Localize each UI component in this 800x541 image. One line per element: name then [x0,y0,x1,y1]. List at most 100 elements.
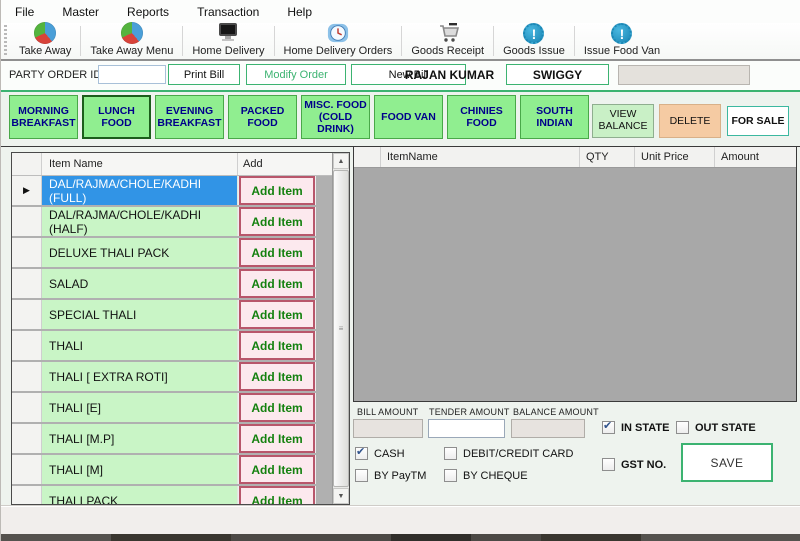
menu-transaction[interactable]: Transaction [183,2,273,22]
menu-help[interactable]: Help [273,2,326,22]
item-name-cell[interactable]: THALI [E] [42,393,238,422]
item-name-cell[interactable]: THALI [ EXTRA ROTI] [42,362,238,391]
item-name-cell[interactable]: SPECIAL THALI [42,300,238,329]
category-row: MORNING BREAKFAST LUNCH FOOD EVENING BRE… [1,92,800,146]
by-cheque-checkbox[interactable]: BY CHEQUE [444,469,528,482]
menu-reports[interactable]: Reports [113,2,183,22]
add-column-header[interactable]: Add [238,153,316,175]
add-item-button[interactable]: Add Item [239,362,315,391]
item-name-cell[interactable]: THALI [42,331,238,360]
category-chinies-food[interactable]: CHINIES FOOD [447,95,516,139]
row-selector-arrow-icon: ▶ [12,176,42,205]
toolbar-button-label: Goods Issue [503,45,565,57]
checkbox-icon[interactable] [676,421,689,434]
bill-unitprice-header[interactable]: Unit Price [635,147,715,167]
category-packed-food[interactable]: PACKED FOOD [228,95,297,139]
table-row[interactable]: SPECIAL THALI Add Item [12,300,332,329]
goods-receipt-button[interactable]: Goods Receipt [402,23,493,59]
menu-master[interactable]: Master [48,2,113,22]
view-balance-button[interactable]: VIEW BALANCE [592,104,654,138]
issue-food-van-button[interactable]: Issue Food Van [575,23,669,59]
table-row[interactable]: DAL/RAJMA/CHOLE/KADHI (HALF) Add Item [12,207,332,236]
cash-checkbox[interactable]: CASH [355,447,405,460]
checkbox-icon[interactable] [355,469,368,482]
order-bar: PARTY ORDER ID : Print Bill Modify Order… [1,61,800,92]
tender-amount-field[interactable] [428,419,505,438]
table-row[interactable]: THALI PACK Add Item [12,486,332,505]
table-row[interactable]: THALI [E] Add Item [12,393,332,422]
scrollbar-thumb[interactable]: ≡ [333,170,349,487]
item-grid-scrollbar[interactable]: ▲ ≡ ▼ [332,153,349,504]
home-delivery-button[interactable]: Home Delivery [183,23,273,59]
checkbox-icon[interactable] [444,469,457,482]
item-name-cell[interactable]: THALI [M.P] [42,424,238,453]
add-item-button[interactable]: Add Item [239,331,315,360]
take-away-button[interactable]: Take Away [10,23,80,59]
customer-name-label: RAJAN KUMAR [398,64,501,85]
item-name-cell[interactable]: SALAD [42,269,238,298]
toolbar-button-label: Take Away [19,45,71,57]
item-name-cell[interactable]: THALI [M] [42,455,238,484]
bill-amount-header[interactable]: Amount [715,147,796,167]
gst-no-checkbox[interactable]: GST NO. [602,458,666,471]
toolbar-button-label: Home Delivery [192,45,264,57]
item-name-cell[interactable]: DELUXE THALI PACK [42,238,238,267]
bill-grid-header: ItemName QTY Unit Price Amount [354,147,796,168]
print-bill-button[interactable]: Print Bill [168,64,240,85]
add-item-button[interactable]: Add Item [239,269,315,298]
delete-button[interactable]: DELETE [659,104,721,138]
add-item-button[interactable]: Add Item [239,486,315,505]
toolbar-button-label: Take Away Menu [90,45,173,57]
table-row[interactable]: DELUXE THALI PACK Add Item [12,238,332,267]
balance-amount-label: BALANCE AMOUNT [513,407,599,417]
scroll-down-icon[interactable]: ▼ [333,488,349,504]
table-row[interactable]: SALAD Add Item [12,269,332,298]
taskbar-strip [1,534,800,541]
category-misc-food[interactable]: MISC. FOOD (COLD DRINK) [301,95,370,139]
add-item-button[interactable]: Add Item [239,424,315,453]
add-item-button[interactable]: Add Item [239,207,315,236]
item-name-cell[interactable]: DAL/RAJMA/CHOLE/KADHI (FULL) [42,176,238,205]
table-row[interactable]: THALI [ EXTRA ROTI] Add Item [12,362,332,391]
party-order-id-input[interactable] [98,65,166,84]
goods-issue-button[interactable]: Goods Issue [494,23,574,59]
category-morning-breakfast[interactable]: MORNING BREAKFAST [9,95,78,139]
status-bar [1,505,800,535]
home-delivery-orders-button[interactable]: Home Delivery Orders [275,23,402,59]
save-button[interactable]: SAVE [681,443,773,482]
out-state-checkbox[interactable]: OUT STATE [676,421,756,434]
for-sale-button[interactable]: FOR SALE [727,106,789,136]
by-paytm-checkbox[interactable]: BY PayTM [355,469,426,482]
category-lunch-food[interactable]: LUNCH FOOD [82,95,151,139]
in-state-checkbox[interactable]: IN STATE [602,421,669,434]
category-evening-breakfast[interactable]: EVENING BREAKFAST [155,95,224,139]
checkbox-icon[interactable] [602,458,615,471]
menu-bar: File Master Reports Transaction Help [1,0,800,24]
add-item-button[interactable]: Add Item [239,393,315,422]
checkbox-icon[interactable] [355,447,368,460]
bill-qty-header[interactable]: QTY [580,147,635,167]
scroll-up-icon[interactable]: ▲ [333,153,349,169]
table-row[interactable]: THALI Add Item [12,331,332,360]
alert-badge-icon [611,23,632,44]
item-name-cell[interactable]: DAL/RAJMA/CHOLE/KADHI (HALF) [42,207,238,236]
modify-order-button[interactable]: Modify Order [246,64,346,85]
category-south-indian[interactable]: SOUTH INDIAN [520,95,589,139]
add-item-button[interactable]: Add Item [239,300,315,329]
checkbox-icon[interactable] [602,421,615,434]
row-header-column [12,153,42,175]
add-item-button[interactable]: Add Item [239,238,315,267]
table-row[interactable]: THALI [M.P] Add Item [12,424,332,453]
category-food-van[interactable]: FOOD VAN [374,95,443,139]
table-row[interactable]: ▶ DAL/RAJMA/CHOLE/KADHI (FULL) Add Item [12,176,332,205]
checkbox-icon[interactable] [444,447,457,460]
bill-itemname-header[interactable]: ItemName [381,147,580,167]
item-name-column-header[interactable]: Item Name [42,153,238,175]
menu-file[interactable]: File [1,2,48,22]
item-name-cell[interactable]: THALI PACK [42,486,238,505]
add-item-button[interactable]: Add Item [239,176,315,205]
table-row[interactable]: THALI [M] Add Item [12,455,332,484]
take-away-menu-button[interactable]: Take Away Menu [81,23,182,59]
add-item-button[interactable]: Add Item [239,455,315,484]
debit-credit-card-checkbox[interactable]: DEBIT/CREDIT CARD [444,447,573,460]
